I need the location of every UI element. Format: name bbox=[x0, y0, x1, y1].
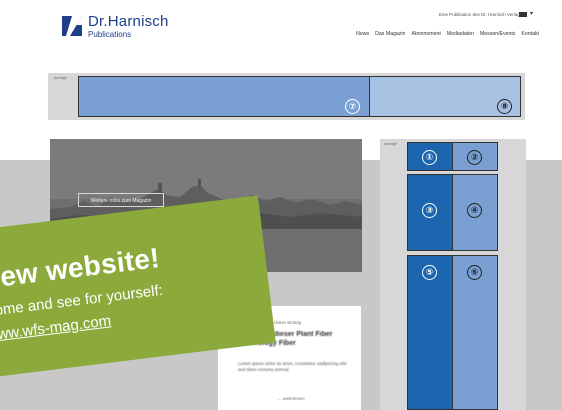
slot-number-5: ⑤ bbox=[422, 265, 437, 280]
dr-harnisch-logo-icon bbox=[60, 14, 84, 38]
site-header: Dr.Harnisch Publications Eine Publikatio… bbox=[0, 0, 562, 68]
slot-number-4: ④ bbox=[467, 203, 482, 218]
nav-das-magazin[interactable]: Das Magazin bbox=[375, 31, 405, 37]
nav-abonnement[interactable]: Abonnement bbox=[411, 31, 440, 37]
ad-slot-1[interactable]: ① bbox=[407, 142, 453, 171]
ad-slot-3[interactable]: ③ bbox=[407, 174, 453, 251]
side-ad-zone: Anzeige ① ② ③ ④ ⑤ ⑥ bbox=[380, 139, 526, 410]
logo-subtitle: Publications bbox=[88, 30, 132, 39]
nav-messen-events[interactable]: Messen/Events bbox=[480, 31, 515, 37]
ad-slot-8[interactable]: ⑧ bbox=[369, 76, 521, 117]
chevron-down-icon: ▾ bbox=[529, 11, 533, 17]
ad-slot-5[interactable]: ⑤ bbox=[407, 255, 453, 410]
publication-note: Eine Publikation des Dr. Harnisch Verlag… bbox=[438, 12, 522, 17]
ad-slot-4[interactable]: ④ bbox=[452, 174, 498, 251]
more-info-button[interactable]: Weitere Infos zum Magazin bbox=[78, 193, 164, 207]
slot-number-1: ① bbox=[422, 150, 437, 165]
slot-number-7: ⑦ bbox=[345, 99, 360, 114]
ad-slot-7[interactable]: ⑦ bbox=[78, 76, 370, 117]
ad-label: Anzeige bbox=[54, 76, 67, 80]
promo-website-link[interactable]: www.wfs-mag.com bbox=[0, 312, 112, 344]
slot-number-8: ⑧ bbox=[497, 99, 512, 114]
card-body: Lorem ipsum dolor sit amet, consetetur s… bbox=[238, 361, 347, 372]
ad-slot-6[interactable]: ⑥ bbox=[452, 255, 498, 410]
main-nav: News Das Magazin Abonnement Mediadaten M… bbox=[356, 31, 539, 37]
nav-mediadaten[interactable]: Mediadaten bbox=[447, 31, 474, 37]
top-ad-zone: Anzeige ⑦ ⑧ bbox=[48, 73, 525, 120]
slot-number-6: ⑥ bbox=[467, 265, 482, 280]
ad-label: Anzeige bbox=[384, 142, 397, 146]
read-more-link[interactable]: ... weiterlesen bbox=[278, 396, 305, 401]
logo-name: Dr.Harnisch bbox=[88, 13, 169, 30]
logo-text: Dr.Harnisch Publications bbox=[88, 14, 169, 39]
slot-number-3: ③ bbox=[422, 203, 437, 218]
nav-kontakt[interactable]: Kontakt bbox=[521, 31, 539, 37]
flag-icon bbox=[518, 11, 527, 17]
ad-slot-2[interactable]: ② bbox=[452, 142, 498, 171]
language-menu[interactable]: ▾ bbox=[518, 11, 533, 17]
slot-number-2: ② bbox=[467, 150, 482, 165]
nav-news[interactable]: News bbox=[356, 31, 369, 37]
brand-logo[interactable]: Dr.Harnisch Publications bbox=[60, 14, 169, 39]
